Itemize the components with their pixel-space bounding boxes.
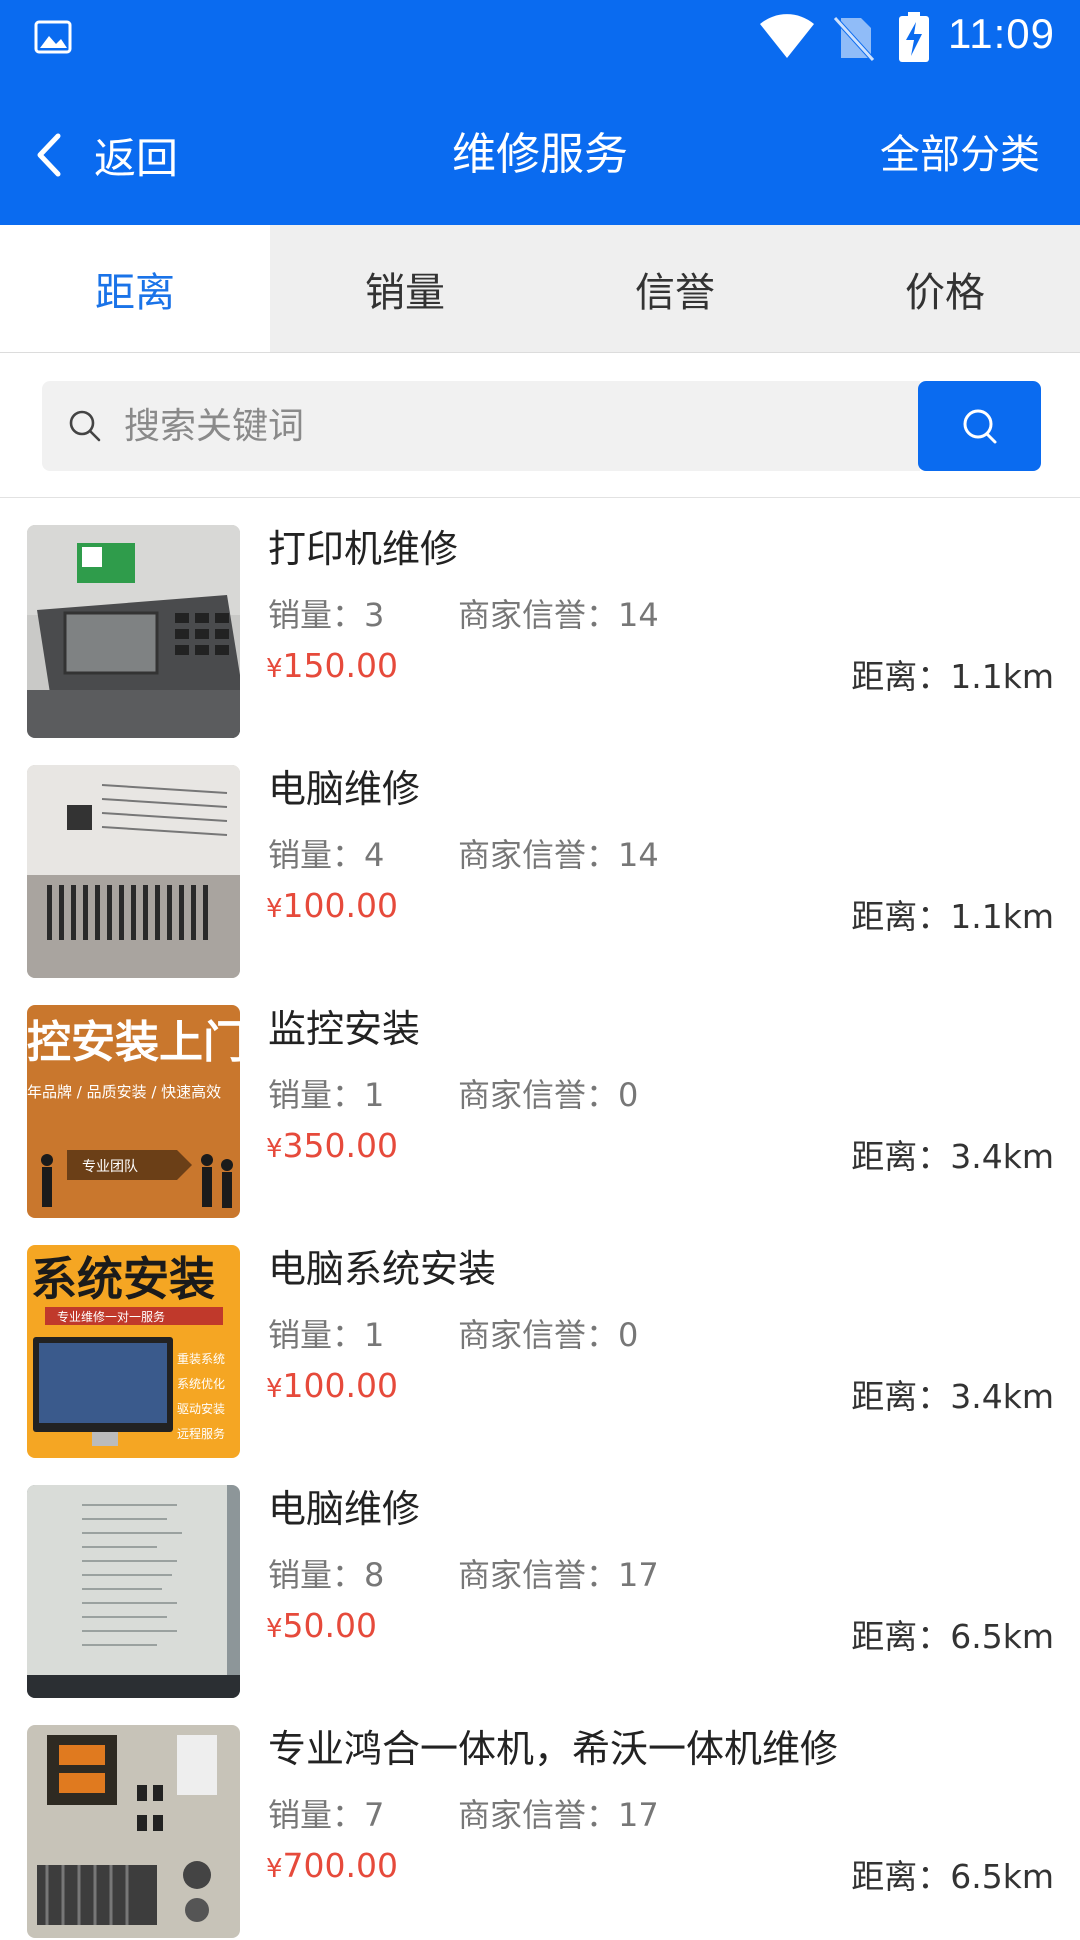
currency-symbol: ¥ [266, 654, 283, 684]
all-categories-button[interactable]: 全部分类 [880, 120, 1040, 190]
search-box [42, 381, 920, 471]
banner-headline: 控安装上门 [27, 1017, 240, 1068]
item-price: ¥150.00 [266, 646, 398, 685]
currency-symbol: ¥ [266, 1134, 283, 1164]
search-bar [0, 353, 1080, 498]
price-value: 100.00 [282, 1366, 399, 1405]
item-title: 监控安装 [268, 1007, 421, 1051]
item-credit: 商家信誉：17 [458, 1556, 659, 1594]
price-value: 50.00 [282, 1606, 378, 1645]
list-item[interactable]: 电脑维修 销量：4 商家信誉：14 ¥100.00 距离：1.1km [0, 740, 1080, 980]
computer-label-photo [27, 765, 240, 978]
system-install-banner: 系统安装 专业维修一对一服务 重装系统 系统优化 驱动安装 远程服务 [27, 1245, 240, 1458]
search-icon [69, 410, 101, 442]
item-title: 电脑维修 [268, 767, 421, 811]
price-value: 350.00 [282, 1126, 399, 1165]
battery-charging-icon [899, 12, 929, 62]
clock: 11:09 [948, 10, 1055, 57]
item-sales: 销量：8 [268, 1556, 385, 1594]
tab-distance[interactable]: 距离 [0, 225, 270, 352]
wifi-icon [760, 14, 814, 59]
tab-credit[interactable]: 信誉 [540, 225, 810, 352]
item-price: ¥100.00 [266, 886, 398, 925]
item-price: ¥700.00 [266, 1846, 398, 1885]
monitor-install-banner: 控安装上门 年品牌 / 品质安装 / 快速高效 专业团队 [27, 1005, 240, 1218]
list-item[interactable]: 打印机维修 销量：3 商家信誉：14 ¥150.00 距离：1.1km [0, 500, 1080, 740]
item-price: ¥350.00 [266, 1126, 398, 1165]
item-distance: 距离：3.4km [851, 1377, 1054, 1416]
list-item[interactable]: 专业鸿合一体机，希沃一体机维修 销量：7 商家信誉：17 ¥700.00 距离：… [0, 1700, 1080, 1940]
tab-price[interactable]: 价格 [810, 225, 1080, 352]
list-item[interactable]: 系统安装 专业维修一对一服务 重装系统 系统优化 驱动安装 远程服务 电脑系统安… [0, 1220, 1080, 1460]
sort-tabs: 距离 销量 信誉 价格 [0, 225, 1080, 353]
item-credit: 商家信誉：0 [458, 1316, 639, 1354]
item-sales: 销量：7 [268, 1796, 385, 1834]
search-button[interactable] [918, 381, 1041, 471]
item-sales: 销量：1 [268, 1076, 385, 1114]
banner-feature: 驱动安装 [177, 1401, 225, 1416]
banner-feature: 重装系统 [177, 1352, 225, 1366]
banner-subline: 年品牌 / 品质安装 / 快速高效 [27, 1083, 221, 1101]
banner-feature: 远程服务 [177, 1426, 225, 1441]
no-sim-icon [833, 16, 875, 62]
banner-team: 专业团队 [82, 1159, 138, 1175]
item-credit: 商家信誉：14 [458, 596, 659, 634]
app-header: 返回 维修服务 全部分类 [0, 80, 1080, 225]
list-item[interactable]: 控安装上门 年品牌 / 品质安装 / 快速高效 专业团队 监控安装 销量：1 商… [0, 980, 1080, 1220]
item-title: 专业鸿合一体机，希沃一体机维修 [268, 1727, 839, 1771]
currency-symbol: ¥ [266, 1854, 283, 1884]
list-item[interactable]: 电脑维修 销量：8 商家信誉：17 ¥50.00 距离：6.5km [0, 1460, 1080, 1700]
banner-headline: 系统安装 [31, 1252, 215, 1306]
item-distance: 距离：3.4km [851, 1137, 1054, 1176]
price-value: 700.00 [282, 1846, 399, 1885]
item-credit: 商家信誉：14 [458, 836, 659, 874]
item-sales: 销量：4 [268, 836, 385, 874]
price-value: 150.00 [282, 646, 399, 685]
currency-symbol: ¥ [266, 894, 283, 924]
item-distance: 距离：1.1km [851, 897, 1054, 936]
item-distance: 距离：6.5km [851, 1857, 1054, 1896]
item-sales: 销量：3 [268, 596, 385, 634]
banner-feature: 系统优化 [177, 1377, 225, 1391]
item-sales: 销量：1 [268, 1316, 385, 1354]
currency-symbol: ¥ [266, 1374, 283, 1404]
item-credit: 商家信誉：17 [458, 1796, 659, 1834]
item-price: ¥100.00 [266, 1366, 398, 1405]
image-icon [34, 20, 72, 54]
item-distance: 距离：6.5km [851, 1617, 1054, 1656]
item-credit: 商家信誉：0 [458, 1076, 639, 1114]
screen-photo [27, 1485, 240, 1698]
service-list: 打印机维修 销量：3 商家信誉：14 ¥150.00 距离：1.1km 电脑维修… [0, 500, 1080, 1940]
price-value: 100.00 [282, 886, 399, 925]
status-bar: 11:09 [0, 0, 1080, 80]
item-title: 电脑系统安装 [268, 1247, 497, 1291]
item-title: 电脑维修 [268, 1487, 421, 1531]
search-input[interactable] [124, 405, 884, 447]
currency-symbol: ¥ [266, 1614, 283, 1644]
item-price: ¥50.00 [266, 1606, 377, 1645]
circuit-board-photo [27, 1725, 240, 1938]
banner-subline: 专业维修一对一服务 [57, 1309, 165, 1324]
printer-photo [27, 525, 240, 738]
item-title: 打印机维修 [268, 527, 459, 571]
item-distance: 距离：1.1km [851, 657, 1054, 696]
search-icon [963, 409, 996, 444]
tab-sales[interactable]: 销量 [270, 225, 540, 352]
